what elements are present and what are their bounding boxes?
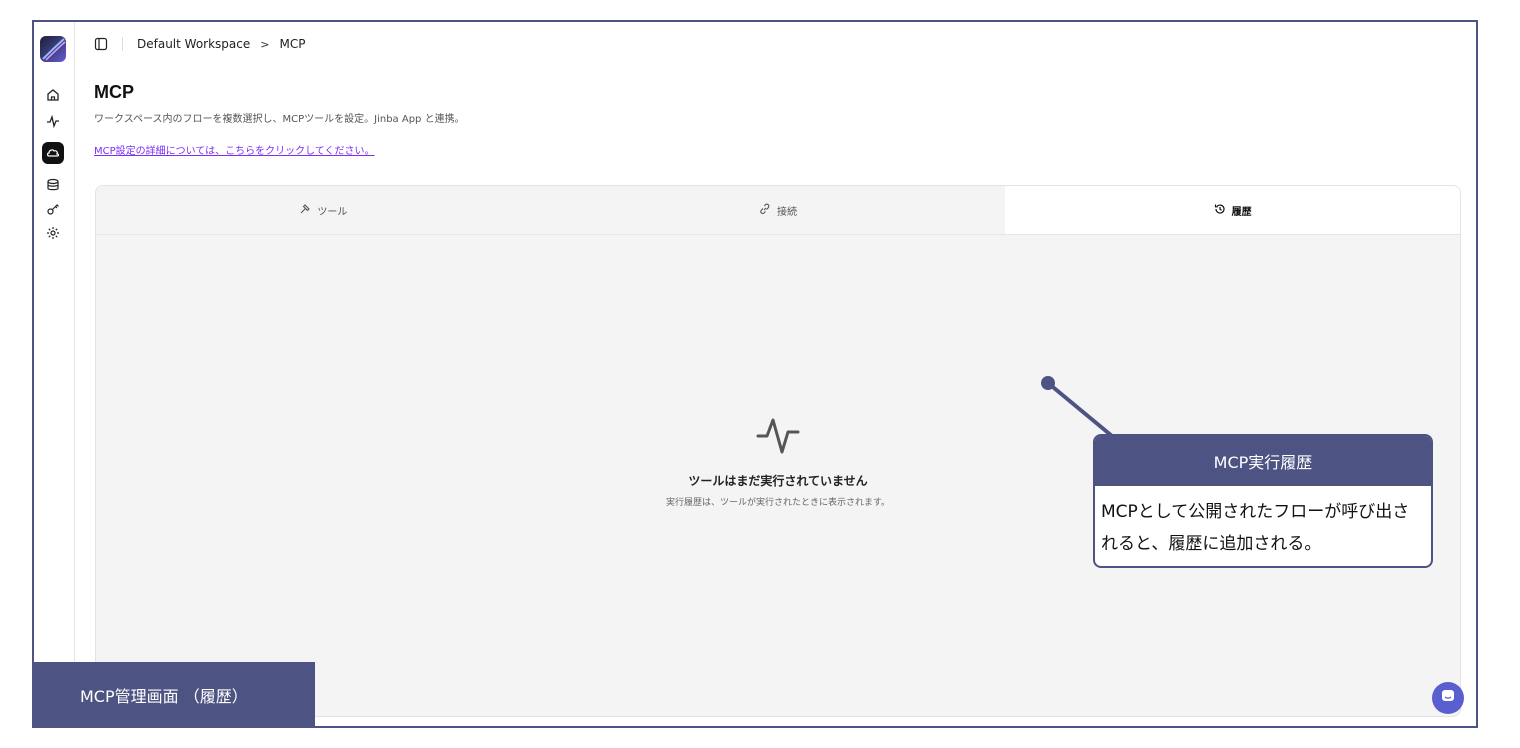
annotation-callout: MCP実行履歴 MCPとして公開されたフローが呼び出されると、履歴に追加される。: [1093, 434, 1433, 568]
callout-title: MCP実行履歴: [1095, 436, 1431, 486]
chat-icon: [1440, 688, 1456, 708]
callout-body: MCPとして公開されたフローが呼び出されると、履歴に追加される。: [1101, 502, 1410, 554]
callout-connector: [1041, 376, 1114, 438]
chat-support-button[interactable]: [1432, 682, 1464, 714]
screen-caption: MCP管理画面 （履歴）: [32, 662, 315, 728]
